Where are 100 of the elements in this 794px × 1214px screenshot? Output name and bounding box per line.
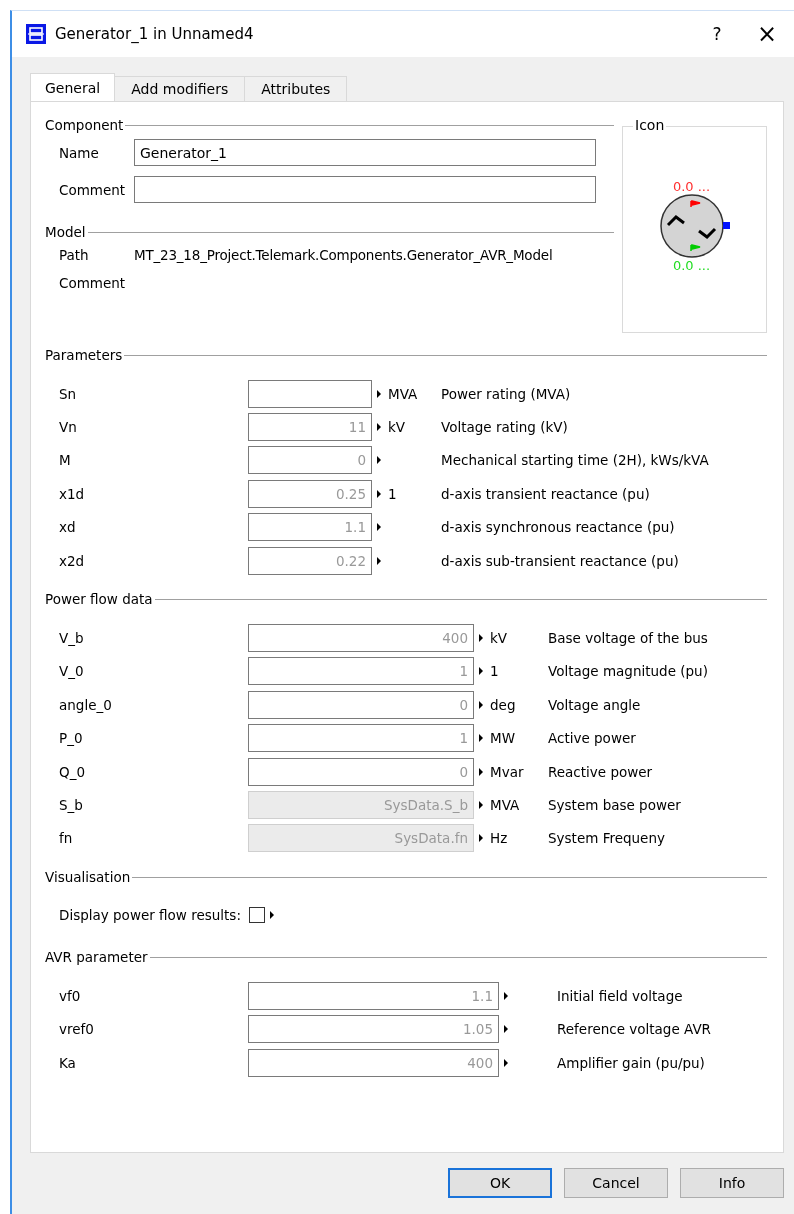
section-title: Parameters [45, 347, 123, 363]
parameter-name: vref0 [58, 1021, 95, 1038]
parameter-name: M [58, 452, 72, 469]
parameter-field[interactable]: 1.1 [248, 981, 499, 1010]
menu-arrow-icon[interactable] [479, 801, 483, 809]
window-title: Generator_1 in Unnamed4 [55, 25, 254, 43]
unit: kV [490, 630, 508, 647]
parameter-field[interactable]: 0.25 [248, 479, 372, 508]
unit: Hz [490, 830, 508, 847]
menu-arrow-icon[interactable] [504, 1025, 508, 1034]
parameter-description: Mechanical starting time (2H), kWs/kVA [441, 452, 710, 469]
checkbox-label: Display power flow results: [59, 907, 241, 924]
parameter-field[interactable] [248, 379, 372, 408]
close-button[interactable]: × [742, 14, 792, 54]
menu-arrow-icon[interactable] [377, 456, 381, 465]
parameter-name: V_0 [58, 663, 85, 680]
parameter-name: Vn [58, 419, 78, 436]
parameter-field[interactable]: 0 [248, 690, 474, 719]
parameter-description: d-axis transient reactance (pu) [441, 485, 651, 502]
unit: MW [490, 730, 515, 747]
unit: MVA [388, 385, 418, 402]
parameter-name: fn [58, 830, 74, 847]
parameter-description: Voltage rating (kV) [441, 419, 569, 436]
section-title: Visualisation [45, 869, 131, 886]
menu-arrow-icon[interactable] [504, 1058, 508, 1067]
unit: deg [490, 696, 516, 713]
menu-arrow-icon[interactable] [377, 556, 381, 565]
tab[interactable]: General [30, 73, 116, 101]
menu-arrow-icon[interactable] [479, 634, 483, 643]
generator-symbol-icon [659, 192, 730, 259]
app-icon [26, 24, 46, 44]
parameter-description: System Frequeny [548, 830, 666, 847]
parameter-field[interactable]: 0 [248, 757, 474, 786]
section-title: Model [45, 224, 86, 240]
icon-label: 0.0 ... [672, 258, 711, 272]
parameter-description: Initial field voltage [556, 987, 684, 1004]
parameter-field[interactable]: 400 [248, 1048, 499, 1077]
parameter-description: Reference voltage AVR [556, 1021, 712, 1038]
menu-arrow-icon[interactable] [377, 423, 381, 432]
parameter-description: Voltage angle [548, 696, 642, 713]
parameter-name: xd [58, 519, 77, 536]
parameter-field[interactable]: 1 [248, 724, 474, 753]
help-button[interactable]: ? [692, 14, 742, 54]
group-title: Icon [633, 117, 667, 133]
menu-arrow-icon[interactable] [479, 834, 483, 843]
parameter-description: System base power [548, 797, 682, 813]
parameter-field[interactable]: 1 [248, 657, 474, 686]
parameter-field[interactable]: 11 [248, 413, 372, 442]
parameter-name: S_b [58, 797, 84, 813]
model-path: MT_23_18_Project.Telemark.Components.Generator_AVR_Model [134, 247, 553, 263]
text-field[interactable] [134, 176, 596, 203]
field-label: Name [59, 144, 100, 161]
parameter-field[interactable]: 0 [248, 446, 372, 475]
section-title: Power flow data [45, 591, 153, 608]
menu-arrow-icon[interactable] [479, 734, 483, 743]
dialog-button[interactable]: Cancel [564, 1168, 668, 1198]
parameter-field[interactable]: 1.05 [248, 1015, 499, 1044]
parameter-description: Voltage magnitude (pu) [548, 663, 709, 680]
section-title: AVR parameter [45, 949, 148, 966]
menu-arrow-icon[interactable] [377, 389, 381, 398]
dialog-button[interactable]: Info [680, 1168, 784, 1198]
parameter-name: Sn [58, 385, 78, 402]
parameter-name: Ka [58, 1054, 77, 1071]
tab[interactable]: Attributes [244, 76, 348, 101]
parameter-name: angle_0 [58, 696, 113, 713]
menu-arrow-icon[interactable] [479, 767, 483, 776]
unit: 1 [388, 485, 397, 502]
field-label: Path [59, 247, 90, 263]
text-field[interactable]: Generator_1 [134, 139, 596, 166]
section-title: Component [45, 117, 124, 133]
menu-arrow-icon[interactable] [479, 700, 483, 709]
parameter-field[interactable]: 0.22 [248, 546, 372, 575]
parameter-field[interactable]: 400 [248, 624, 474, 653]
menu-arrow-icon[interactable] [377, 489, 381, 498]
parameter-description: d-axis synchronous reactance (pu) [441, 519, 676, 536]
parameter-description: d-axis sub-transient reactance (pu) [441, 552, 680, 569]
parameter-description: Amplifier gain (pu/pu) [556, 1054, 706, 1071]
icon-label: 0.0 ... [672, 179, 711, 193]
field-label: Comment [59, 181, 127, 198]
parameter-name: V_b [58, 630, 85, 647]
dialog-button[interactable]: OK [448, 1168, 552, 1198]
parameter-name: x2d [58, 552, 86, 569]
field-label: Comment [59, 275, 127, 291]
parameter-description: Power rating (MVA) [441, 385, 572, 402]
parameter-name: Q_0 [58, 763, 86, 780]
menu-arrow-icon[interactable] [479, 667, 483, 676]
unit: MVA [490, 797, 520, 813]
parameter-description: Reactive power [548, 763, 654, 780]
unit: kV [388, 419, 406, 436]
unit: 1 [490, 663, 499, 680]
parameter-description: Base voltage of the bus [548, 630, 709, 647]
menu-arrow-icon[interactable] [504, 991, 508, 1000]
checkbox[interactable] [248, 907, 265, 924]
parameter-name: x1d [58, 485, 86, 502]
parameter-description: Active power [548, 730, 637, 747]
menu-arrow-icon[interactable] [269, 911, 274, 920]
menu-arrow-icon[interactable] [377, 523, 381, 532]
parameter-field[interactable]: 1.1 [248, 513, 372, 542]
unit: Mvar [490, 763, 524, 780]
parameter-name: vf0 [58, 987, 82, 1004]
